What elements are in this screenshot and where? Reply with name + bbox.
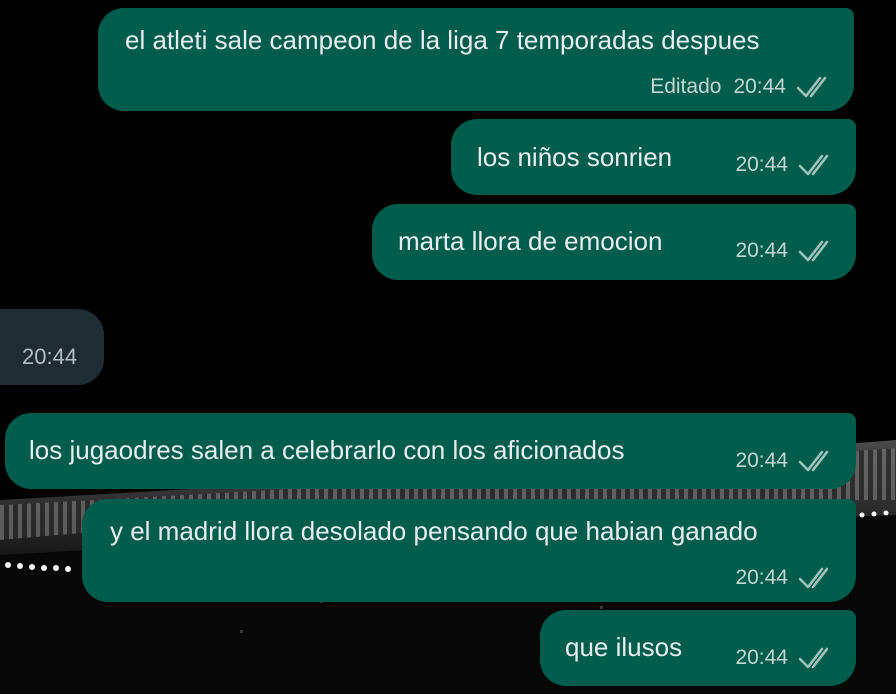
message-time-4: 20:44 [735, 449, 788, 472]
message-text-1: el atleti sale campeon de la liga 7 temp… [125, 25, 760, 55]
message-bubble-2[interactable]: los niños sonrien 20:44 [451, 119, 856, 195]
message-bubble-4[interactable]: los jugaodres salen a celebrarlo con los… [5, 413, 856, 489]
double-check-icon [798, 647, 829, 669]
message-text-2: los niños sonrien [477, 142, 673, 172]
message-bubble-3[interactable]: marta llora de emocion 20:44 [372, 204, 856, 280]
double-check-icon [798, 154, 829, 176]
message-bubble-6[interactable]: que ilusos 20:44 [540, 610, 856, 686]
incoming-message-time: 20:44 [22, 344, 78, 369]
message-text-3: marta llora de emocion [398, 226, 663, 256]
double-check-icon [798, 450, 829, 472]
message-meta-6: 20:44 [735, 646, 836, 670]
message-text-4: los jugaodres salen a celebrarlo con los… [29, 435, 625, 465]
message-time-1: 20:44 [733, 75, 786, 98]
message-time-2: 20:44 [735, 153, 788, 176]
message-time-5: 20:44 [735, 566, 788, 589]
message-bubble-1[interactable]: el atleti sale campeon de la liga 7 temp… [98, 8, 854, 111]
double-check-icon [798, 240, 829, 262]
message-meta-2: 20:44 [735, 153, 836, 177]
message-time-3: 20:44 [735, 239, 788, 262]
message-meta-3: 20:44 [735, 239, 836, 263]
incoming-message-bubble[interactable]: 20:44 [0, 309, 104, 385]
edited-label: Editado [650, 75, 722, 98]
double-check-icon [796, 76, 827, 98]
message-time-6: 20:44 [735, 646, 788, 669]
message-meta-4: 20:44 [735, 449, 836, 473]
message-meta-1: Editado 20:44 [650, 75, 834, 99]
message-text-6: que ilusos [565, 632, 683, 662]
message-text-5: y el madrid llora desolado pensando que … [110, 516, 758, 546]
message-meta-5: 20:44 [735, 566, 836, 590]
message-bubble-5[interactable]: y el madrid llora desolado pensando que … [82, 499, 856, 602]
double-check-icon [798, 567, 829, 589]
